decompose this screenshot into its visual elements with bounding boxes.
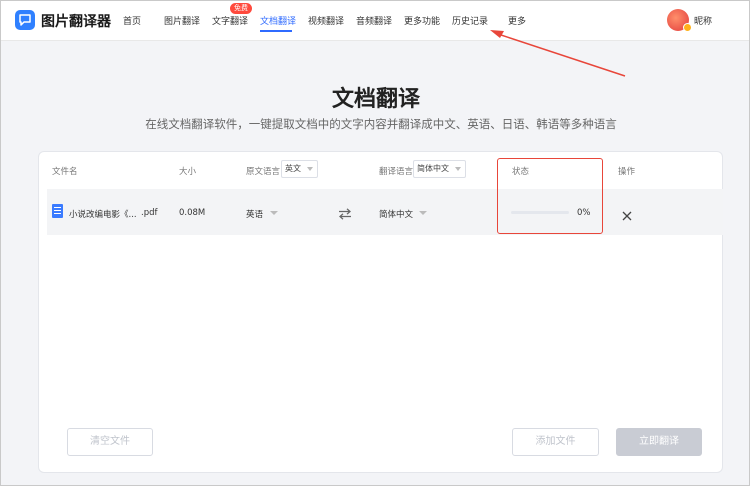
nav-item-history[interactable]: 历史记录 (452, 14, 488, 27)
user-nickname[interactable]: 昵称 (694, 14, 712, 27)
app-name[interactable]: 图片翻译器 (41, 11, 111, 31)
target-language-select-value: 简体中文 (417, 164, 449, 173)
nav-item-video-translate[interactable]: 视频翻译 (308, 14, 344, 27)
document-icon (52, 204, 63, 218)
app-logo-icon[interactable] (15, 10, 35, 30)
chevron-down-icon (307, 167, 313, 171)
column-header-size: 大小 (179, 167, 197, 177)
top-navbar: 图片翻译器 首页 图片翻译 文字翻译 免费 文档翻译 视频翻译 音频翻译 更多功… (1, 1, 749, 41)
free-badge: 免费 (230, 3, 252, 14)
row-target-language[interactable]: 简体中文 (379, 208, 413, 220)
file-extension: .pdf (141, 208, 158, 218)
row-source-language[interactable]: 英语 (246, 208, 263, 220)
nav-item-text-translate[interactable]: 文字翻译 (212, 14, 248, 27)
source-language-select[interactable]: 英文 (281, 160, 318, 178)
file-name: 小说改编电影《... (69, 210, 137, 220)
nav-item-home[interactable]: 首页 (123, 14, 141, 27)
source-language-select-value: 英文 (285, 164, 301, 173)
chevron-down-icon (455, 167, 461, 171)
nav-item-image-translate[interactable]: 图片翻译 (164, 14, 200, 27)
nav-item-more-features[interactable]: 更多功能 (404, 14, 440, 27)
column-header-source-language: 原文语言 (246, 167, 281, 177)
active-nav-underline (260, 30, 292, 32)
page-title: 文档翻译 (331, 87, 420, 112)
nav-item-more[interactable]: 更多 (508, 14, 526, 27)
chevron-down-icon[interactable] (270, 211, 278, 215)
file-size: 0.08M (179, 208, 206, 218)
nav-item-document-translate[interactable]: 文档翻译 (260, 14, 296, 27)
column-header-filename: 文件名 (52, 167, 78, 177)
status-highlight-box (497, 158, 603, 234)
page-subtitle: 在线文档翻译软件，一键提取文档中的文字内容并翻译成中文、英语、日语、韩语等多种语… (145, 117, 617, 131)
clear-files-button[interactable]: 清空文件 (67, 428, 153, 456)
translate-now-button[interactable]: 立即翻译 (616, 428, 702, 456)
nav-item-audio-translate[interactable]: 音频翻译 (356, 14, 392, 27)
swap-languages-icon[interactable] (338, 205, 352, 224)
vip-badge-icon (683, 23, 692, 32)
target-language-select[interactable]: 简体中文 (413, 160, 466, 178)
chevron-down-icon[interactable] (419, 211, 427, 215)
column-header-target-language: 翻译语言 (379, 167, 414, 177)
add-file-button[interactable]: 添加文件 (512, 428, 599, 456)
close-icon[interactable] (622, 206, 632, 225)
column-header-action: 操作 (618, 167, 636, 177)
